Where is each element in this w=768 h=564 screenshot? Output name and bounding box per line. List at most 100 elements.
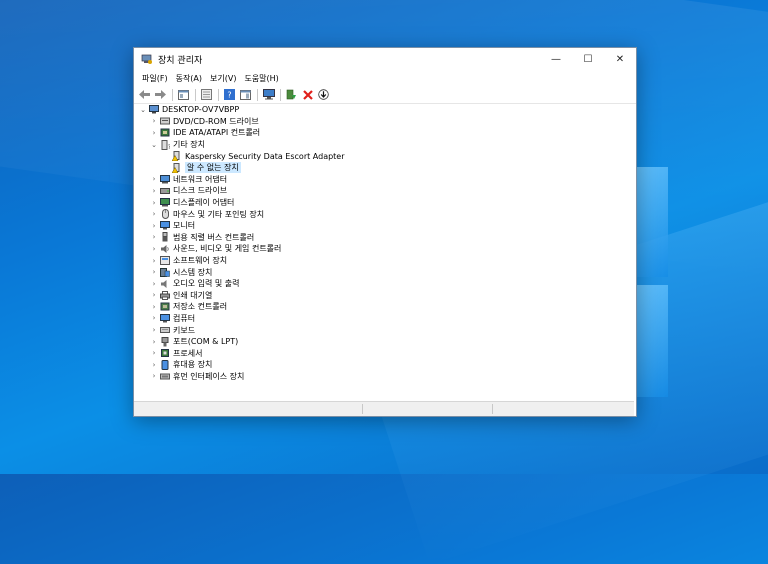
update-driver-button[interactable] (284, 88, 299, 102)
tree-item-system-device[interactable]: › 시스템 장치 (134, 266, 634, 278)
tree-item-keyboard[interactable]: › 키보드 (134, 324, 634, 336)
maximize-button[interactable]: ☐ (572, 48, 604, 70)
action-pane-icon (240, 89, 251, 100)
properties-button[interactable] (199, 88, 214, 102)
menu-bar: 파일(F) 동작(A) 보기(V) 도움말(H) (134, 70, 636, 86)
tree-item-label: 소프트웨어 장치 (173, 256, 228, 266)
red-x-icon (302, 89, 313, 100)
chevron-right-icon[interactable]: › (150, 314, 158, 322)
chevron-right-icon[interactable]: › (150, 210, 158, 218)
chevron-right-icon[interactable]: › (150, 280, 158, 288)
chevron-right-icon[interactable]: › (150, 303, 158, 311)
portable-device-icon (160, 359, 170, 370)
tree-item-label: 모니터 (173, 221, 196, 231)
tree-item-label: 네트워크 어댑터 (173, 174, 228, 184)
tree-child-label: Kaspersky Security Data Escort Adapter (185, 151, 345, 161)
tree-item-print-queue[interactable]: › 인쇄 대기열 (134, 290, 634, 302)
chevron-right-icon[interactable]: › (150, 257, 158, 265)
chevron-right-icon[interactable]: › (150, 245, 158, 253)
tree-child-unknown-device[interactable]: 알 수 없는 장치 (134, 162, 634, 174)
help-button[interactable]: ? (222, 88, 237, 102)
tree-item-label: 오디오 입력 및 출력 (173, 279, 240, 289)
tree-root[interactable]: ⌄ DESKTOP-OV7VBPP (134, 104, 634, 116)
tree-item-sound[interactable]: › 사운드, 비디오 및 게임 컨트롤러 (134, 243, 634, 255)
tree-item-portable-device[interactable]: › 휴대용 장치 (134, 359, 634, 371)
chevron-right-icon[interactable]: › (150, 233, 158, 241)
show-hide-console-tree-button[interactable] (176, 88, 191, 102)
tree-item-label: 기타 장치 (173, 140, 205, 150)
scan-hardware-button[interactable] (261, 88, 276, 102)
console-tree-icon (178, 89, 189, 100)
arrow-left-icon (139, 90, 150, 99)
title-bar[interactable]: 장치 관리자 — ☐ ✕ (134, 48, 636, 70)
chevron-right-icon[interactable]: › (150, 199, 158, 207)
tree-item-computer[interactable]: › 컴퓨터 (134, 313, 634, 325)
tree-item-label: 휴대용 장치 (173, 360, 213, 370)
tree-item-ide[interactable]: › IDE ATA/ATAPI 컨트롤러 (134, 127, 634, 139)
processor-icon (160, 348, 170, 358)
chevron-right-icon[interactable]: › (150, 175, 158, 183)
tree-item-usb[interactable]: › 범용 직렬 버스 컨트롤러 (134, 232, 634, 244)
chevron-down-icon[interactable]: ⌄ (150, 141, 158, 149)
action-pane-button[interactable] (238, 88, 253, 102)
tree-item-software-device[interactable]: › 소프트웨어 장치 (134, 255, 634, 267)
tree-item-monitor[interactable]: › 모니터 (134, 220, 634, 232)
audio-io-icon (160, 279, 170, 289)
tree-item-disk[interactable]: › 디스크 드라이브 (134, 185, 634, 197)
menu-action[interactable]: 동작(A) (172, 73, 206, 84)
menu-file[interactable]: 파일(F) (138, 73, 172, 84)
toolbar-separator (172, 88, 173, 101)
tree-item-label: 포트(COM & LPT) (173, 337, 239, 347)
usb-icon (160, 232, 170, 242)
chevron-right-icon[interactable]: › (150, 117, 158, 125)
enable-device-button[interactable] (316, 88, 331, 102)
tree-item-ports[interactable]: › 포트(COM & LPT) (134, 336, 634, 348)
chevron-right-icon[interactable]: › (150, 129, 158, 137)
menu-help[interactable]: 도움말(H) (240, 73, 282, 84)
tree-child-kaspersky[interactable]: Kaspersky Security Data Escort Adapter (134, 150, 634, 162)
tree-item-hid[interactable]: › 휴먼 인터페이스 장치 (134, 371, 634, 383)
tree-item-dvd[interactable]: › DVD/CD-ROM 드라이브 (134, 116, 634, 128)
device-manager-window: 장치 관리자 — ☐ ✕ 파일(F) 동작(A) 보기(V) 도움말(H) ? (133, 47, 637, 417)
back-button[interactable] (137, 88, 152, 102)
window-title: 장치 관리자 (158, 55, 203, 66)
tree-item-network[interactable]: › 네트워크 어댑터 (134, 174, 634, 186)
keyboard-icon (160, 325, 170, 335)
tree-item-storage-controller[interactable]: › 저장소 컨트롤러 (134, 301, 634, 313)
status-divider (362, 404, 363, 414)
chevron-down-icon[interactable]: ⌄ (139, 106, 147, 114)
chevron-right-icon[interactable]: › (150, 372, 158, 380)
tree-item-other-devices[interactable]: ⌄ ? 기타 장치 (134, 139, 634, 151)
tree-item-mouse[interactable]: › 마우스 및 기타 포인팅 장치 (134, 208, 634, 220)
status-bar (134, 401, 634, 416)
tree-item-display[interactable]: › 디스플레이 어댑터 (134, 197, 634, 209)
forward-button[interactable] (153, 88, 168, 102)
warning-device-icon (172, 162, 182, 173)
port-icon (160, 336, 170, 347)
tree-item-audio-io[interactable]: › 오디오 입력 및 출력 (134, 278, 634, 290)
uninstall-device-button[interactable] (300, 88, 315, 102)
properties-icon (201, 89, 212, 100)
toolbar-separator (218, 88, 219, 101)
update-driver-icon (286, 89, 296, 100)
tree-item-label: DVD/CD-ROM 드라이브 (173, 116, 259, 126)
minimize-button[interactable]: — (540, 48, 572, 70)
computer-icon (149, 105, 159, 115)
tree-item-label: 사운드, 비디오 및 게임 컨트롤러 (173, 244, 282, 254)
chevron-right-icon[interactable]: › (150, 326, 158, 334)
tree-item-label: IDE ATA/ATAPI 컨트롤러 (173, 128, 261, 138)
chevron-right-icon[interactable]: › (150, 349, 158, 357)
chevron-right-icon[interactable]: › (150, 222, 158, 230)
mouse-icon (160, 209, 170, 220)
tree-item-processor[interactable]: › 프로세서 (134, 347, 634, 359)
ide-controller-icon (160, 128, 170, 138)
chevron-right-icon[interactable]: › (150, 338, 158, 346)
chevron-right-icon[interactable]: › (150, 291, 158, 299)
device-tree: ⌄ DESKTOP-OV7VBPP › DVD/CD-ROM 드라이브 › ID… (134, 104, 634, 400)
chevron-right-icon[interactable]: › (150, 187, 158, 195)
menu-view[interactable]: 보기(V) (206, 73, 240, 84)
chevron-right-icon[interactable]: › (150, 268, 158, 276)
close-button[interactable]: ✕ (604, 48, 636, 70)
tree-item-label: 시스템 장치 (173, 267, 213, 277)
chevron-right-icon[interactable]: › (150, 361, 158, 369)
